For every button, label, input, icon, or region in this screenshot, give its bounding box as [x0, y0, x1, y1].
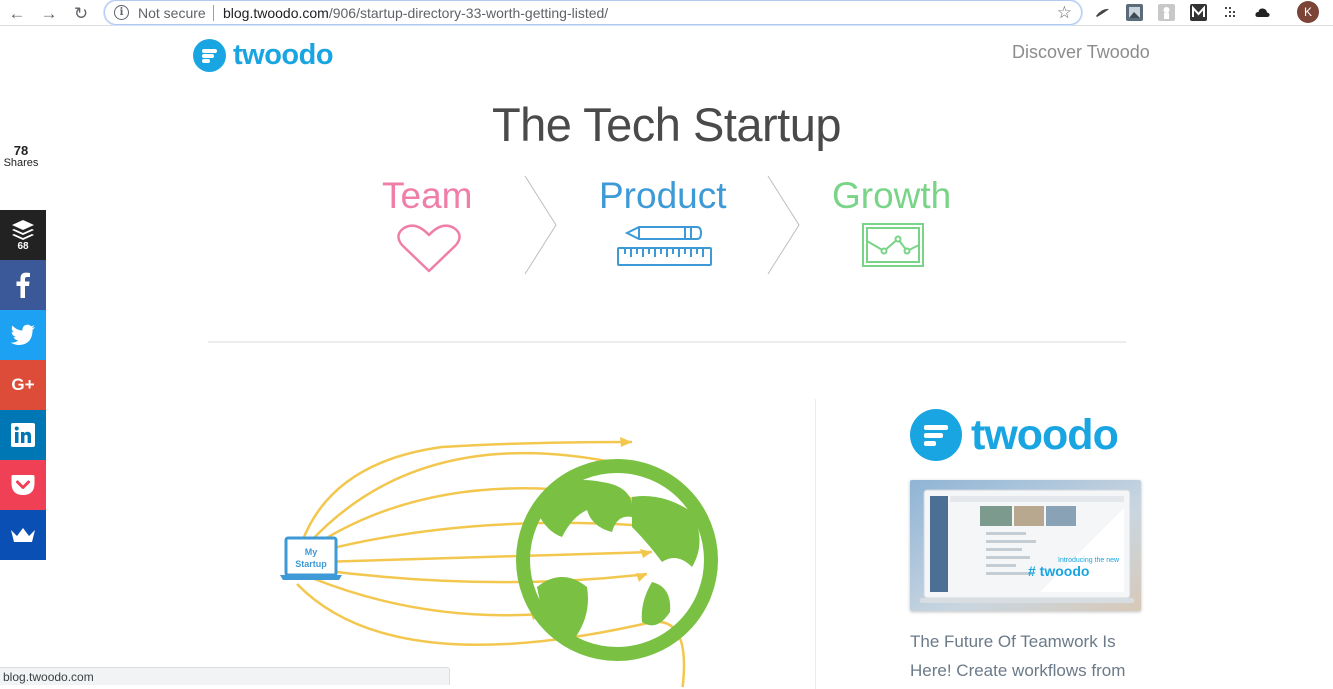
pocket-icon [11, 475, 35, 495]
extension-icon[interactable] [1126, 4, 1143, 21]
url-host: blog.twoodo.com [223, 5, 329, 21]
buffer-icon [12, 220, 34, 240]
step-label: Team [382, 175, 473, 216]
google-plus-share-button[interactable]: G+ [0, 360, 46, 410]
share-count-number: 78 [13, 143, 29, 158]
google-plus-icon: G+ [11, 375, 35, 394]
extension-icon[interactable] [1158, 4, 1175, 21]
facebook-icon [16, 272, 30, 298]
security-label: Not secure [138, 5, 206, 21]
step-growth: Growth [832, 175, 951, 217]
column-divider [815, 399, 816, 689]
share-count-label: Shares [3, 157, 39, 169]
twitter-icon [10, 324, 36, 346]
extension-icon[interactable] [1222, 4, 1239, 21]
chevron-right-icon [767, 175, 800, 275]
twoodo-logo-icon [193, 39, 226, 72]
section-divider [208, 341, 1126, 343]
logo-text: twoodo [233, 39, 334, 71]
screenshot-caption-line2: # twoodo [1028, 563, 1089, 579]
pencil-ruler-icon [617, 226, 712, 266]
site-logo[interactable]: twoodo [193, 39, 334, 72]
extension-icon[interactable] [1190, 4, 1207, 21]
discover-link[interactable]: Discover Twoodo [1012, 42, 1150, 63]
step-product: Product [599, 175, 727, 217]
page-title: The Tech Startup [491, 98, 842, 151]
step-label: Growth [832, 175, 952, 216]
back-button[interactable]: ← [6, 2, 28, 24]
globe-startup-illustration: My Startup [280, 437, 718, 687]
heart-icon [397, 224, 461, 273]
reload-button[interactable]: ↻ [70, 2, 92, 24]
cloud-icon[interactable] [1254, 4, 1271, 21]
separator [213, 5, 214, 21]
status-bar: blog.twoodo.com [0, 667, 450, 685]
chevron-right-icon [524, 175, 557, 275]
extension-icon[interactable] [1094, 4, 1111, 21]
facebook-share-button[interactable] [0, 260, 46, 310]
laptop-label-line2: Startup [295, 559, 327, 569]
twitter-share-button[interactable] [0, 310, 46, 360]
sidebar-logo[interactable]: twoodo [910, 409, 1119, 461]
browser-toolbar: ← → ↻ i Not secure blog.twoodo.com/906/s… [0, 0, 1333, 26]
linkedin-share-button[interactable] [0, 410, 46, 460]
url-path: /906/startup-directory-33-worth-getting-… [328, 5, 609, 21]
product-screenshot[interactable]: Introducing the new # twoodo [910, 480, 1141, 611]
pocket-share-button[interactable] [0, 460, 46, 510]
linkedin-icon [11, 423, 35, 447]
info-icon[interactable]: i [114, 5, 129, 20]
sumome-share-button[interactable] [0, 510, 46, 560]
buffer-share-button[interactable]: 68 [0, 210, 46, 260]
page-content: twoodo Discover Twoodo The Tech Startup … [0, 27, 1333, 689]
twoodo-logo-icon [910, 409, 962, 461]
bookmark-star-icon[interactable]: ☆ [1057, 3, 1072, 23]
sidebar-logo-text: twoodo [971, 410, 1119, 459]
profile-avatar[interactable]: K [1297, 1, 1319, 23]
product-screenshot-image: Introducing the new # twoodo [910, 480, 1141, 611]
step-team: Team [382, 175, 472, 217]
share-count: 78 Shares [0, 143, 42, 169]
article-illustration: My Startup [192, 402, 798, 687]
address-bar[interactable]: i Not secure blog.twoodo.com/906/startup… [104, 0, 1082, 25]
laptop-label-line1: My [305, 547, 318, 557]
url-text[interactable]: blog.twoodo.com/906/startup-directory-33… [223, 5, 608, 21]
buffer-count: 68 [17, 241, 29, 252]
step-label: Product [599, 175, 727, 216]
forward-button[interactable]: → [38, 2, 60, 24]
growth-chart-icon [862, 223, 924, 267]
ad-caption[interactable]: The Future Of Teamwork Is Here! Create w… [910, 627, 1150, 685]
crown-icon [11, 528, 35, 542]
laptop-icon: My Startup [280, 536, 342, 580]
